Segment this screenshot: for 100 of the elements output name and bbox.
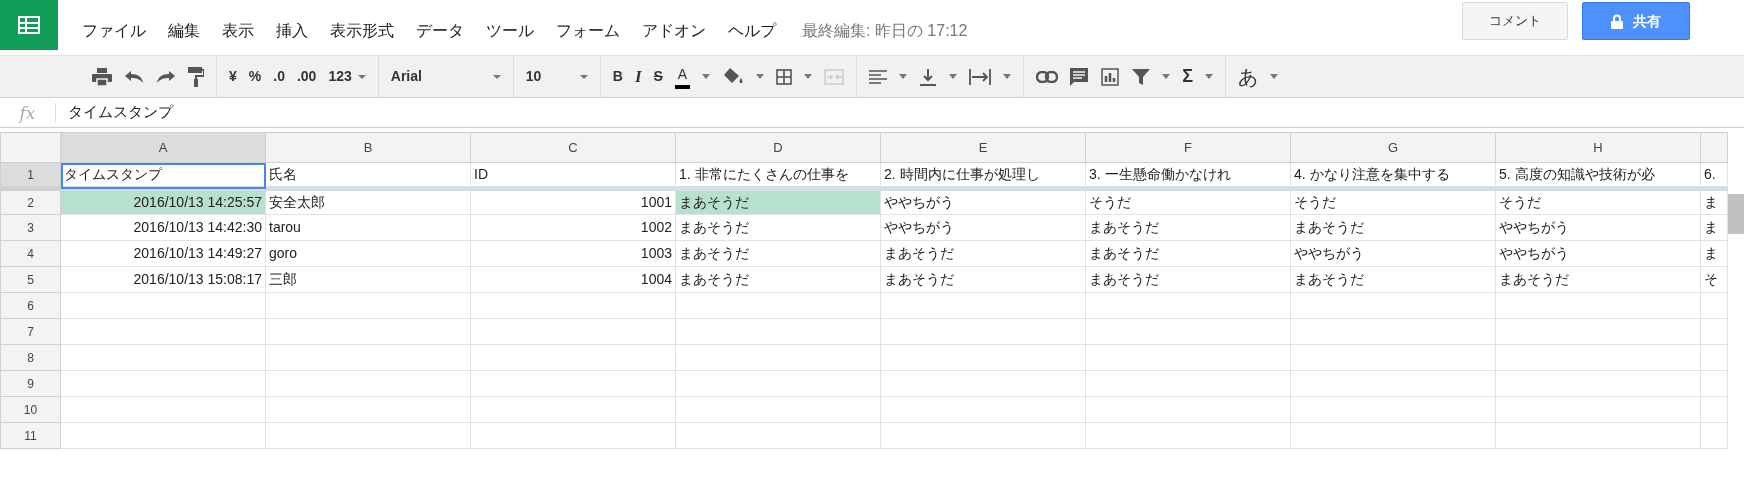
menu-item[interactable]: ヘルプ <box>728 18 776 43</box>
column-header[interactable]: A <box>60 132 266 163</box>
menu-item[interactable]: 表示 <box>222 18 254 43</box>
table-cell[interactable]: そうだ <box>1085 188 1291 215</box>
row-header[interactable]: 9 <box>0 370 61 397</box>
table-cell[interactable]: そうだ <box>1290 188 1496 215</box>
row-header[interactable]: 5 <box>0 266 61 293</box>
row-header[interactable]: 1 <box>0 162 61 189</box>
table-cell[interactable]: ID <box>470 162 676 189</box>
column-header[interactable]: B <box>265 132 471 163</box>
column-header[interactable]: D <box>675 132 881 163</box>
table-cell[interactable]: 2016/10/13 14:49:27 <box>60 240 266 267</box>
table-cell[interactable]: ややちがう <box>1495 240 1701 267</box>
last-edit-text[interactable]: 最終編集: 昨日の 17:12 <box>802 18 968 43</box>
caret-icon[interactable] <box>1162 74 1171 79</box>
percent-button[interactable]: % <box>248 66 262 87</box>
table-cell[interactable]: tarou <box>265 214 471 241</box>
row-header[interactable]: 4 <box>0 240 61 267</box>
menu-item[interactable]: 表示形式 <box>330 18 394 43</box>
table-cell[interactable]: 1003 <box>470 240 676 267</box>
row-header[interactable]: 3 <box>0 214 61 241</box>
table-cell[interactable]: 氏名 <box>265 162 471 189</box>
table-cell[interactable]: ややちがう <box>880 188 1086 215</box>
caret-icon[interactable] <box>1205 74 1213 79</box>
table-cell[interactable]: まあそうだ <box>675 240 881 267</box>
column-header[interactable]: F <box>1085 132 1291 163</box>
decrease-decimal-button[interactable]: .0 <box>273 66 285 87</box>
table-cell[interactable]: まあそうだ <box>1085 240 1291 267</box>
font-dropdown[interactable]: Arial <box>390 66 501 87</box>
table-cell[interactable]: まあそうだ <box>1085 266 1291 293</box>
caret-icon[interactable] <box>949 74 958 79</box>
table-cell[interactable]: そうだ <box>1495 188 1701 215</box>
sum-function-button[interactable]: Σ <box>1182 63 1193 90</box>
currency-button[interactable]: ¥ <box>229 66 237 87</box>
corner-cell[interactable] <box>0 132 61 163</box>
formula-bar-text[interactable]: タイムスタンプ <box>56 101 173 124</box>
table-cell[interactable]: まあそうだ <box>1290 266 1496 293</box>
table-cell[interactable]: ややちがう <box>1495 214 1701 241</box>
row-header[interactable]: 7 <box>0 318 61 345</box>
table-cell[interactable]: まあそうだ <box>675 266 881 293</box>
table-cell[interactable]: 5. 高度の知識や技術が必 <box>1495 162 1701 189</box>
scrollbar-thumb[interactable] <box>1728 194 1744 234</box>
increase-decimal-button[interactable]: .00 <box>296 66 317 87</box>
caret-icon[interactable] <box>702 74 711 79</box>
table-cell[interactable]: ま <box>1700 188 1728 215</box>
caret-icon[interactable] <box>804 74 813 79</box>
align-left-icon[interactable] <box>869 69 888 84</box>
number-format-dropdown[interactable]: 123 <box>328 66 366 87</box>
table-cell[interactable]: 安全太郎 <box>265 188 471 215</box>
column-header[interactable]: H <box>1495 132 1701 163</box>
menu-item[interactable]: フォーム <box>556 18 620 43</box>
table-cell[interactable]: 6. <box>1700 162 1728 189</box>
chart-icon[interactable] <box>1100 66 1121 87</box>
paint-roller-icon[interactable] <box>188 66 204 87</box>
text-wrap-icon[interactable] <box>969 68 992 85</box>
text-color-button[interactable]: A <box>674 64 691 89</box>
table-cell[interactable]: ま <box>1700 214 1728 241</box>
menu-item[interactable]: 挿入 <box>276 18 308 43</box>
bold-button[interactable]: B <box>612 66 623 87</box>
table-cell[interactable]: まあそうだ <box>1290 214 1496 241</box>
borders-icon[interactable] <box>776 68 793 85</box>
table-cell[interactable]: 3. 一生懸命働かなけれ <box>1085 162 1291 189</box>
table-cell[interactable]: 2. 時間内に仕事が処理し <box>880 162 1086 189</box>
caret-icon[interactable] <box>1270 74 1278 79</box>
table-cell[interactable]: 2016/10/13 15:08:17 <box>60 266 266 293</box>
comment-icon[interactable] <box>1070 67 1089 86</box>
table-cell[interactable]: まあそうだ <box>880 240 1086 267</box>
table-cell[interactable]: まあそうだ <box>880 266 1086 293</box>
caret-icon[interactable] <box>1003 74 1012 79</box>
vertical-align-icon[interactable] <box>919 67 938 86</box>
table-cell[interactable]: ややちがう <box>880 214 1086 241</box>
row-header[interactable]: 6 <box>0 292 61 319</box>
row-header[interactable]: 8 <box>0 344 61 371</box>
caret-icon[interactable] <box>756 74 765 79</box>
table-cell[interactable]: 三郎 <box>265 266 471 293</box>
row-header[interactable]: 10 <box>0 396 61 423</box>
table-cell[interactable]: goro <box>265 240 471 267</box>
font-size-dropdown[interactable]: 10 <box>525 66 588 87</box>
column-header[interactable]: G <box>1290 132 1496 163</box>
table-cell[interactable]: そ <box>1700 266 1728 293</box>
link-icon[interactable] <box>1036 70 1059 83</box>
sheets-logo[interactable] <box>0 0 58 50</box>
table-cell[interactable]: まあそうだ <box>1085 214 1291 241</box>
table-cell[interactable]: ややちがう <box>1290 240 1496 267</box>
menu-item[interactable]: 編集 <box>168 18 200 43</box>
table-cell[interactable]: 4. かなり注意を集中する <box>1290 162 1496 189</box>
column-header[interactable]: C <box>470 132 676 163</box>
filter-icon[interactable] <box>1132 68 1151 85</box>
table-cell[interactable]: 1001 <box>470 188 676 215</box>
print-icon[interactable] <box>92 67 112 86</box>
row-header[interactable]: 11 <box>0 422 61 449</box>
table-cell[interactable]: まあそうだ <box>1495 266 1701 293</box>
table-cell[interactable]: 1004 <box>470 266 676 293</box>
table-cell[interactable]: 1002 <box>470 214 676 241</box>
caret-icon[interactable] <box>899 74 908 79</box>
menu-item[interactable]: ファイル <box>82 18 146 43</box>
menu-item[interactable]: アドオン <box>642 18 706 43</box>
redo-icon[interactable] <box>156 69 176 84</box>
table-cell[interactable]: 2016/10/13 14:42:30 <box>60 214 266 241</box>
comment-button[interactable]: コメント <box>1462 2 1568 40</box>
